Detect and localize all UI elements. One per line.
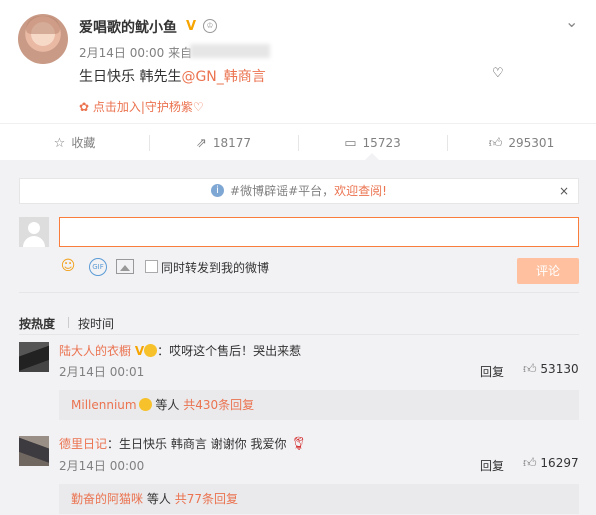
- rose-icon: 🌹︎: [290, 437, 307, 452]
- reply-mid: 等人: [146, 492, 171, 506]
- share-button[interactable]: ⇗ 18177: [149, 124, 298, 162]
- comment-input[interactable]: [59, 217, 579, 247]
- sort-by-time-tab[interactable]: 按时间: [78, 315, 114, 332]
- divider: [19, 292, 579, 293]
- emoji-icon: [138, 398, 152, 411]
- verified-badge-icon: V: [186, 19, 197, 34]
- comment-author[interactable]: 德里日记: [59, 437, 107, 451]
- reply-count-link[interactable]: 共430条回复: [183, 398, 254, 412]
- like-icon: 👍︎: [523, 362, 537, 377]
- star-icon: ☆: [53, 136, 66, 151]
- share-count: 18177: [212, 136, 252, 150]
- notice-link[interactable]: 欢迎查阅!: [334, 184, 387, 198]
- my-avatar: [19, 217, 49, 247]
- like-icon: 👍︎: [488, 136, 503, 151]
- comment-text: ：哎呀这个售后！哭出来惹: [157, 344, 302, 358]
- info-icon: i: [211, 184, 225, 197]
- favorite-label: 收藏: [71, 136, 96, 150]
- post-text-suffix: ♡: [492, 66, 504, 81]
- post-meta: 2月14日 00:00 来自: [79, 44, 192, 61]
- image-icon[interactable]: [116, 259, 134, 274]
- comment-author[interactable]: 陆大人的衣橱: [59, 344, 131, 358]
- sort-by-hot-tab[interactable]: 按热度: [19, 315, 55, 332]
- emoji-icon: [144, 344, 158, 357]
- post-text: 生日快乐 韩先生@GN_韩商言: [79, 66, 266, 86]
- divider: [19, 334, 579, 335]
- post-source-prefix: 来自: [168, 46, 193, 60]
- verified-badge-icon: V: [134, 344, 145, 358]
- rumor-notice-bar: i #微博辟谣#平台，欢迎查阅! ×: [19, 178, 579, 204]
- submit-comment-button[interactable]: 评论: [517, 258, 579, 284]
- forward-checkbox[interactable]: [145, 260, 158, 273]
- forward-label[interactable]: 同时转发到我的微博: [161, 259, 269, 276]
- comment-text: ：生日快乐 韩商言 谢谢你 我爱你: [107, 437, 287, 451]
- comment-avatar[interactable]: [19, 436, 49, 466]
- post-action-bar: ☆ 收藏 ⇗ 18177 ▭ 15723 👍︎ 295301: [0, 123, 596, 162]
- reply-button[interactable]: 回复: [480, 457, 504, 474]
- comment-body: 陆大人的衣橱 V ：哎呀这个售后！哭出来惹: [59, 342, 301, 359]
- post-date[interactable]: 2月14日 00:00: [79, 46, 164, 60]
- comment-count: 15723: [362, 136, 401, 150]
- join-link-label: 点击加入|守护杨紫♡: [92, 100, 204, 114]
- notice-text: #微博辟谣#平台，: [230, 184, 335, 198]
- reply-summary[interactable]: 勤奋的阿猫咪 等人 共77条回复: [59, 484, 579, 514]
- blurred-source: [190, 44, 270, 58]
- comment-like-count: 53130: [540, 362, 579, 376]
- post-text-prefix: 生日快乐 韩先生: [79, 69, 182, 85]
- comment-date: 2月14日 00:00: [59, 459, 145, 473]
- reply-summary[interactable]: Millennium 等人 共430条回复: [59, 390, 579, 420]
- share-icon: ⇗: [195, 136, 207, 151]
- reply-author[interactable]: Millennium: [71, 398, 137, 412]
- comment-like-button[interactable]: 👍︎ 16297: [523, 456, 579, 471]
- chevron-down-icon[interactable]: ⌄: [565, 12, 578, 31]
- emoji-icon[interactable]: ☺: [59, 257, 77, 275]
- sort-divider: [68, 317, 69, 328]
- reply-count-link[interactable]: 共77条回复: [175, 492, 238, 506]
- mention-link[interactable]: @GN_韩商言: [181, 69, 265, 85]
- comment-avatar[interactable]: [19, 342, 49, 372]
- comment-body: 德里日记：生日快乐 韩商言 谢谢你 我爱你 🌹︎: [59, 435, 307, 452]
- like-button[interactable]: 👍︎ 295301: [447, 124, 596, 162]
- gif-icon[interactable]: GIF: [88, 257, 107, 276]
- join-supergroup-link[interactable]: ✿ 点击加入|守护杨紫♡: [79, 98, 204, 115]
- close-icon[interactable]: ×: [559, 179, 569, 203]
- favorite-button[interactable]: ☆ 收藏: [0, 124, 149, 162]
- comment-date: 2月14日 00:01: [59, 365, 145, 379]
- flower-icon: ✿: [79, 100, 90, 114]
- like-icon: 👍︎: [523, 456, 537, 471]
- reply-mid: 等人: [155, 398, 180, 412]
- reply-button[interactable]: 回复: [480, 363, 504, 380]
- comment-like-button[interactable]: 👍︎ 53130: [523, 362, 579, 377]
- member-crown-icon: ♔: [203, 19, 217, 33]
- like-count: 295301: [508, 136, 555, 150]
- comment-like-count: 16297: [540, 456, 579, 470]
- comment-icon: ▭: [344, 136, 357, 151]
- author-avatar[interactable]: [18, 14, 68, 64]
- panel-pointer: [365, 153, 379, 160]
- reply-author[interactable]: 勤奋的阿猫咪: [71, 492, 143, 506]
- post-author-name[interactable]: 爱唱歌的鱿小鱼: [79, 17, 177, 37]
